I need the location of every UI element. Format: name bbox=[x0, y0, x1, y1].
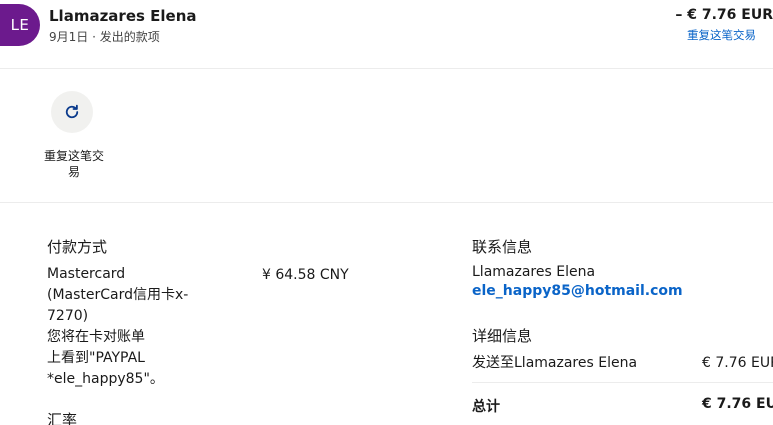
card-line: 您将在卡对账单 bbox=[47, 329, 145, 345]
payment-card-info: Mastercard (MasterCard信用卡x- 7270) 您将在卡对账… bbox=[47, 264, 217, 390]
transaction-meta: 9月1日 · 发出的款项 bbox=[49, 30, 160, 44]
details-title: 详细信息 bbox=[472, 327, 533, 345]
action-bar: 重复这笔交易 bbox=[0, 70, 773, 203]
sent-to-amount: € 7.76 EUR bbox=[702, 355, 773, 371]
card-line: Mastercard bbox=[47, 266, 126, 282]
repeat-transaction-link[interactable]: 重复这笔交易 bbox=[687, 27, 756, 43]
total-amount: € 7.76 EUR bbox=[702, 396, 773, 412]
recipient-name: Llamazares Elena bbox=[49, 7, 197, 25]
details-divider bbox=[472, 382, 773, 383]
card-line: 7270) bbox=[47, 308, 89, 324]
contact-email-link[interactable]: ele_happy85@hotmail.com bbox=[472, 283, 683, 299]
sent-to-label: 发送至Llamazares Elena bbox=[472, 355, 638, 371]
card-line: 上看到"PAYPAL bbox=[47, 350, 145, 366]
repeat-transaction-button[interactable] bbox=[51, 91, 93, 133]
contact-name: Llamazares Elena bbox=[472, 264, 596, 280]
payment-amount-cny: ¥ 64.58 CNY bbox=[262, 267, 349, 283]
total-label: 总计 bbox=[472, 399, 500, 415]
payment-method-title: 付款方式 bbox=[47, 238, 108, 256]
refresh-icon bbox=[65, 104, 79, 119]
contact-info-title: 联系信息 bbox=[472, 238, 533, 256]
repeat-transaction-label[interactable]: 重复这笔交易 bbox=[40, 148, 108, 180]
card-line: (MasterCard信用卡x- bbox=[47, 287, 189, 303]
card-line: *ele_happy85"。 bbox=[47, 371, 164, 387]
avatar: LE bbox=[0, 4, 40, 46]
transaction-header: LE Llamazares Elena 9月1日 · 发出的款项 – € 7.7… bbox=[0, 0, 773, 69]
transaction-amount: – € 7.76 EUR bbox=[675, 7, 773, 23]
exchange-rate-title: 汇率 bbox=[47, 411, 78, 425]
